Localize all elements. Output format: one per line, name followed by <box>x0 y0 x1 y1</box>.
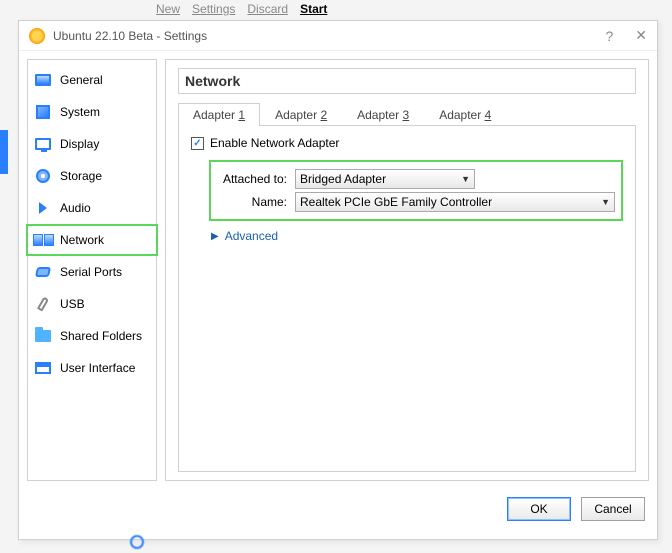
ok-button[interactable]: OK <box>507 497 571 521</box>
tab-adapter-1[interactable]: Adapter 1 <box>178 103 260 126</box>
chevron-down-icon: ▼ <box>601 197 610 207</box>
sidebar-item-display[interactable]: Display <box>28 128 156 160</box>
cancel-button[interactable]: Cancel <box>581 497 645 521</box>
enable-adapter-row: ✓ Enable Network Adapter <box>191 136 623 150</box>
sidebar-item-label: General <box>60 73 103 87</box>
page-title: Network <box>178 68 636 94</box>
help-icon[interactable]: ? <box>605 28 613 44</box>
sidebar-item-user-interface[interactable]: User Interface <box>28 352 156 384</box>
titlebar: Ubuntu 22.10 Beta - Settings ? ✕ <box>19 21 657 51</box>
advanced-label: Advanced <box>225 229 278 243</box>
menu-new[interactable]: New <box>156 2 180 16</box>
dialog-buttons: OK Cancel <box>19 489 657 529</box>
usb-icon <box>37 296 49 311</box>
settings-dialog: Ubuntu 22.10 Beta - Settings ? ✕ General… <box>18 20 658 540</box>
ui-icon <box>35 362 51 374</box>
enable-adapter-label: Enable Network Adapter <box>210 136 339 150</box>
tab-adapter-3[interactable]: Adapter 3 <box>342 103 424 126</box>
sidebar-item-label: Display <box>60 137 99 151</box>
sidebar-item-label: Network <box>60 233 104 247</box>
menu-settings[interactable]: Settings <box>192 2 235 16</box>
sidebar-item-usb[interactable]: USB <box>28 288 156 320</box>
app-icon <box>29 28 45 44</box>
tab-adapter-2[interactable]: Adapter 2 <box>260 103 342 126</box>
sidebar-item-network[interactable]: Network <box>26 224 158 256</box>
advanced-expander[interactable]: ▶ Advanced <box>211 229 623 243</box>
network-icon <box>33 234 54 246</box>
background-blur-row <box>130 535 144 549</box>
sidebar-item-system[interactable]: System <box>28 96 156 128</box>
sidebar-item-label: Serial Ports <box>60 265 122 279</box>
attached-to-select[interactable]: Bridged Adapter ▼ <box>295 169 475 189</box>
name-select[interactable]: Realtek PCIe GbE Family Controller ▼ <box>295 192 615 212</box>
attached-group-highlight: Attached to: Bridged Adapter ▼ Name: Rea… <box>209 160 623 221</box>
tab-adapter-4[interactable]: Adapter 4 <box>424 103 506 126</box>
sidebar-item-storage[interactable]: Storage <box>28 160 156 192</box>
display-icon <box>35 138 51 150</box>
attached-to-label: Attached to: <box>217 172 287 186</box>
menu-start[interactable]: Start <box>300 2 327 16</box>
sidebar-item-general[interactable]: General <box>28 64 156 96</box>
triangle-right-icon: ▶ <box>211 231 219 242</box>
audio-icon <box>39 202 47 214</box>
folder-icon <box>35 330 51 342</box>
app-toolbar: New Settings Discard Start <box>0 0 672 18</box>
sidebar-item-label: USB <box>60 297 85 311</box>
name-value: Realtek PCIe GbE Family Controller <box>300 195 492 209</box>
sidebar-item-serial-ports[interactable]: Serial Ports <box>28 256 156 288</box>
chevron-down-icon: ▼ <box>461 174 470 184</box>
menu-discard[interactable]: Discard <box>247 2 288 16</box>
general-icon <box>35 74 51 86</box>
window-title: Ubuntu 22.10 Beta - Settings <box>53 29 605 43</box>
close-icon[interactable]: ✕ <box>635 27 647 44</box>
adapter-tabbar: Adapter 1 Adapter 2 Adapter 3 Adapter 4 <box>178 102 636 126</box>
name-label: Name: <box>217 195 287 209</box>
sidebar-item-label: Audio <box>60 201 91 215</box>
settings-sidebar: General System Display Storage Audio Net… <box>27 59 157 481</box>
background-selection-strip <box>0 130 8 174</box>
adapter-tab-body: ✓ Enable Network Adapter Attached to: Br… <box>178 126 636 472</box>
sidebar-item-label: Storage <box>60 169 102 183</box>
attached-to-value: Bridged Adapter <box>300 172 386 186</box>
main-panel: Network Adapter 1 Adapter 2 Adapter 3 Ad… <box>165 59 649 481</box>
enable-adapter-checkbox[interactable]: ✓ <box>191 137 204 150</box>
sidebar-item-shared-folders[interactable]: Shared Folders <box>28 320 156 352</box>
sidebar-item-label: System <box>60 105 100 119</box>
storage-icon <box>36 169 50 183</box>
serial-icon <box>35 267 51 277</box>
system-icon <box>36 105 50 119</box>
blur-icon <box>130 535 144 549</box>
sidebar-item-audio[interactable]: Audio <box>28 192 156 224</box>
sidebar-item-label: Shared Folders <box>60 329 142 343</box>
sidebar-item-label: User Interface <box>60 361 135 375</box>
